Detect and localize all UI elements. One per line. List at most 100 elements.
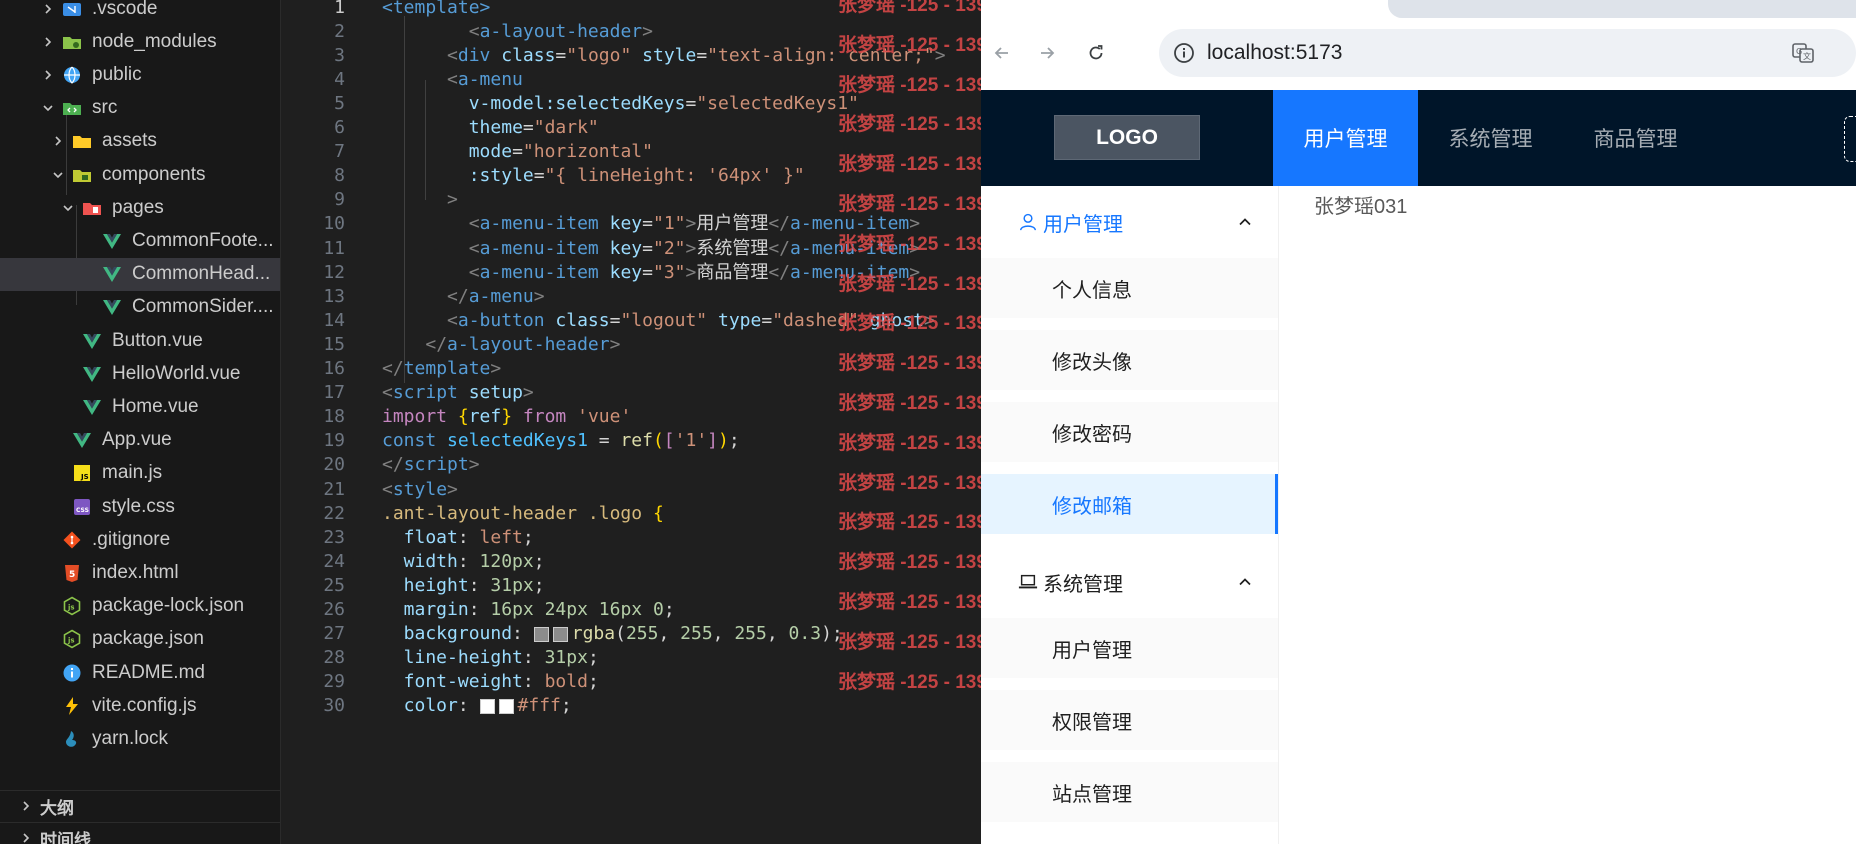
code-line[interactable]: 30 color: #fff;: [281, 692, 981, 721]
tree-file[interactable]: CSS style.css: [0, 490, 280, 523]
tree-file[interactable]: yarn.lock: [0, 722, 280, 755]
git-file-icon: [62, 530, 82, 550]
side-menu-item[interactable]: 个人信息: [981, 258, 1278, 318]
code-token: '1': [674, 430, 708, 452]
side-menu-item[interactable]: 修改邮箱: [981, 474, 1278, 534]
code-token: style: [392, 478, 448, 500]
code-token: [: [663, 430, 675, 452]
js-file-icon: JS: [72, 463, 92, 483]
address-bar[interactable]: localhost:5173 G文: [1159, 29, 1856, 77]
outline-section[interactable]: 大纲: [0, 790, 280, 821]
tree-file[interactable]: CommonFoote...: [0, 224, 280, 257]
logout-button[interactable]: [1844, 116, 1856, 162]
code-token: :style: [468, 165, 534, 187]
app-logo: LOGO: [1054, 115, 1200, 160]
tree-file[interactable]: js package.json: [0, 623, 280, 656]
tree-folder[interactable]: src: [0, 92, 280, 125]
color-swatch[interactable]: [498, 698, 514, 714]
code-token: key: [609, 213, 643, 235]
tree-folder[interactable]: pages: [0, 191, 280, 224]
code-token: ;: [587, 647, 599, 669]
tree-file[interactable]: JS main.js: [0, 457, 280, 490]
pages-folder-icon: [82, 198, 102, 218]
code-token: </: [447, 285, 469, 307]
tree-file[interactable]: CommonSider....: [0, 291, 280, 324]
code-token: a-menu: [457, 68, 523, 90]
file-explorer: .vscode node_modules public src assets compon…: [0, 0, 281, 844]
code-token: 系统管理: [696, 237, 769, 259]
side-submenu-title[interactable]: 系统管理: [981, 546, 1278, 618]
side-menu-item[interactable]: 站点管理: [981, 762, 1278, 822]
chevron-right-icon: [50, 133, 66, 149]
header-menu-system[interactable]: 系统管理: [1418, 90, 1563, 186]
side-menu-item[interactable]: 权限管理: [981, 690, 1278, 750]
side-submenu-title[interactable]: 用户管理: [981, 186, 1278, 258]
tree-file[interactable]: .gitignore: [0, 523, 280, 556]
timeline-section[interactable]: 时间线: [0, 822, 280, 844]
color-swatch[interactable]: [533, 626, 549, 642]
tree-file[interactable]: vite.config.js: [0, 689, 280, 722]
tree-folder[interactable]: assets: [0, 125, 280, 158]
chevron-down-icon: [50, 167, 66, 183]
color-swatch[interactable]: [552, 626, 568, 642]
code-token: 24px: [544, 599, 588, 620]
tree-file[interactable]: js package-lock.json: [0, 590, 280, 623]
url-text[interactable]: localhost:5173: [1207, 41, 1342, 65]
tree-file[interactable]: README.md: [0, 656, 280, 689]
tree-file[interactable]: CommonHead...: [0, 257, 280, 291]
code-token: >: [447, 189, 458, 211]
code-token: a-layout-header: [479, 20, 643, 42]
tree-item-label: yarn.lock: [92, 727, 169, 749]
reload-button[interactable]: [1081, 38, 1111, 68]
color-swatch[interactable]: [479, 698, 495, 714]
watermark-text: 张梦瑶 -125 - 1394: [838, 512, 998, 534]
code-token: :: [512, 623, 534, 645]
tree-folder[interactable]: .vscode: [0, 0, 280, 25]
tab-strip: [1388, 0, 1856, 18]
site-info-icon[interactable]: [1173, 42, 1195, 64]
tree-item-label: Button.vue: [112, 329, 203, 351]
vue-file-icon: [82, 364, 102, 384]
tree-file[interactable]: Home.vue: [0, 390, 280, 423]
code-token: <template>: [382, 0, 491, 18]
code-token: <: [468, 237, 480, 259]
tree-folder[interactable]: node_modules: [0, 25, 280, 58]
laptop-icon: [1017, 571, 1039, 593]
side-menu-item[interactable]: 修改头像: [981, 330, 1278, 390]
translate-icon[interactable]: G文: [1791, 41, 1815, 65]
tree-folder[interactable]: components: [0, 158, 280, 191]
side-menu-item-label: 修改头像: [1052, 351, 1132, 374]
tree-folder[interactable]: public: [0, 58, 280, 91]
arrow-right-icon: [1041, 47, 1055, 59]
code-token: =: [609, 309, 621, 331]
tree-item-label: vite.config.js: [92, 694, 197, 716]
tree-file[interactable]: App.vue: [0, 424, 280, 457]
header-menu-goods[interactable]: 商品管理: [1563, 90, 1708, 186]
header-menu-user[interactable]: 用户管理: [1273, 90, 1418, 186]
tree-item-label: main.js: [102, 462, 163, 484]
browser-toolbar: localhost:5173 G文: [981, 0, 1856, 90]
html-file-icon: 5: [62, 563, 82, 583]
svg-text:js: js: [67, 604, 75, 612]
forward-button[interactable]: [1032, 38, 1062, 68]
side-menu-item[interactable]: 修改密码: [981, 402, 1278, 462]
tree-file[interactable]: 5 index.html: [0, 556, 280, 589]
code-token: from: [522, 406, 567, 428]
watermark-text: 张梦瑶 -125 - 1394: [838, 472, 998, 494]
code-token: </: [425, 333, 448, 355]
tree-item-label: assets: [102, 130, 157, 152]
back-button[interactable]: [987, 38, 1017, 68]
tree-file[interactable]: Button.vue: [0, 324, 280, 357]
tree-file[interactable]: HelloWorld.vue: [0, 357, 280, 390]
code-token: ;: [663, 599, 675, 620]
code-token: "selectedKeys1": [696, 92, 859, 114]
side-menu-item[interactable]: 用户管理: [981, 618, 1278, 678]
